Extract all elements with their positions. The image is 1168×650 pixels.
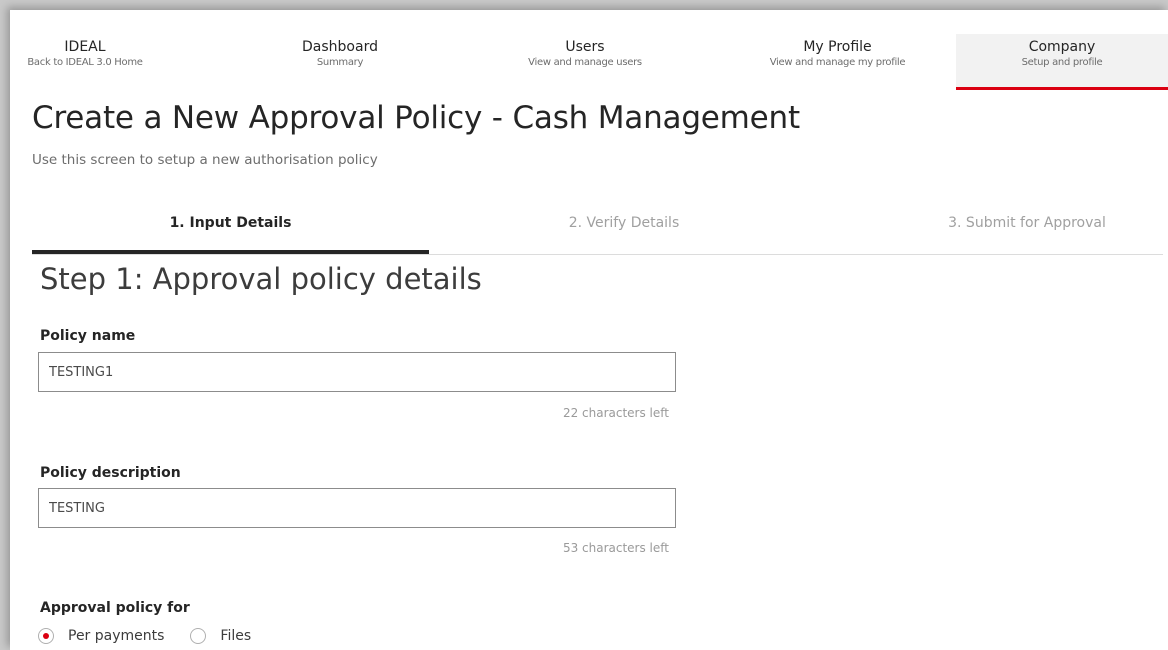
nav-item-title: IDEAL xyxy=(64,39,106,55)
nav-item-company[interactable]: Company Setup and profile xyxy=(956,34,1168,90)
active-step-indicator xyxy=(32,250,429,254)
policy-description-label: Policy description xyxy=(40,465,181,481)
app-window: IDEAL Back to IDEAL 3.0 Home Dashboard S… xyxy=(10,10,1168,650)
nav-item-subtitle: View and manage users xyxy=(528,57,642,68)
nav-item-title: Company xyxy=(1028,39,1096,55)
radio-per-payments-label[interactable]: Per payments xyxy=(68,628,164,644)
approval-policy-for-label: Approval policy for xyxy=(40,600,190,616)
nav-item-subtitle: Setup and profile xyxy=(1021,57,1103,68)
nav-item-subtitle: View and manage my profile xyxy=(769,57,906,68)
page-title: Create a New Approval Policy - Cash Mana… xyxy=(32,100,800,136)
policy-description-input[interactable] xyxy=(38,488,676,528)
nav-item-users[interactable]: Users View and manage users xyxy=(505,34,665,87)
step-submit-for-approval[interactable]: 3. Submit for Approval xyxy=(927,210,1127,254)
step-verify-details[interactable]: 2. Verify Details xyxy=(489,210,759,254)
step-input-details[interactable]: 1. Input Details xyxy=(32,210,429,254)
step-heading: Step 1: Approval policy details xyxy=(40,262,482,296)
top-nav: IDEAL Back to IDEAL 3.0 Home Dashboard S… xyxy=(10,34,1168,100)
policy-description-char-count: 53 characters left xyxy=(562,541,669,555)
nav-item-title: My Profile xyxy=(803,39,872,55)
nav-item-title: Users xyxy=(565,39,605,55)
policy-name-input[interactable] xyxy=(38,352,676,392)
radio-per-payments[interactable] xyxy=(38,628,54,644)
nav-item-subtitle: Back to IDEAL 3.0 Home xyxy=(27,57,143,68)
radio-files[interactable] xyxy=(190,628,207,644)
nav-item-dashboard[interactable]: Dashboard Summary xyxy=(265,34,415,87)
step-progress: 1. Input Details 2. Verify Details 3. Su… xyxy=(32,210,1163,255)
nav-item-subtitle: Summary xyxy=(316,57,364,68)
page-subtitle: Use this screen to setup a new authorisa… xyxy=(32,152,378,168)
radio-files-label[interactable]: Files xyxy=(220,628,251,644)
nav-item-title: Dashboard xyxy=(302,39,378,55)
policy-name-label: Policy name xyxy=(40,328,136,344)
nav-item-ideal[interactable]: IDEAL Back to IDEAL 3.0 Home xyxy=(10,34,160,87)
nav-item-my-profile[interactable]: My Profile View and manage my profile xyxy=(750,34,925,87)
approval-policy-for-options: Per payments Files xyxy=(38,626,277,646)
policy-name-char-count: 22 characters left xyxy=(562,406,669,420)
